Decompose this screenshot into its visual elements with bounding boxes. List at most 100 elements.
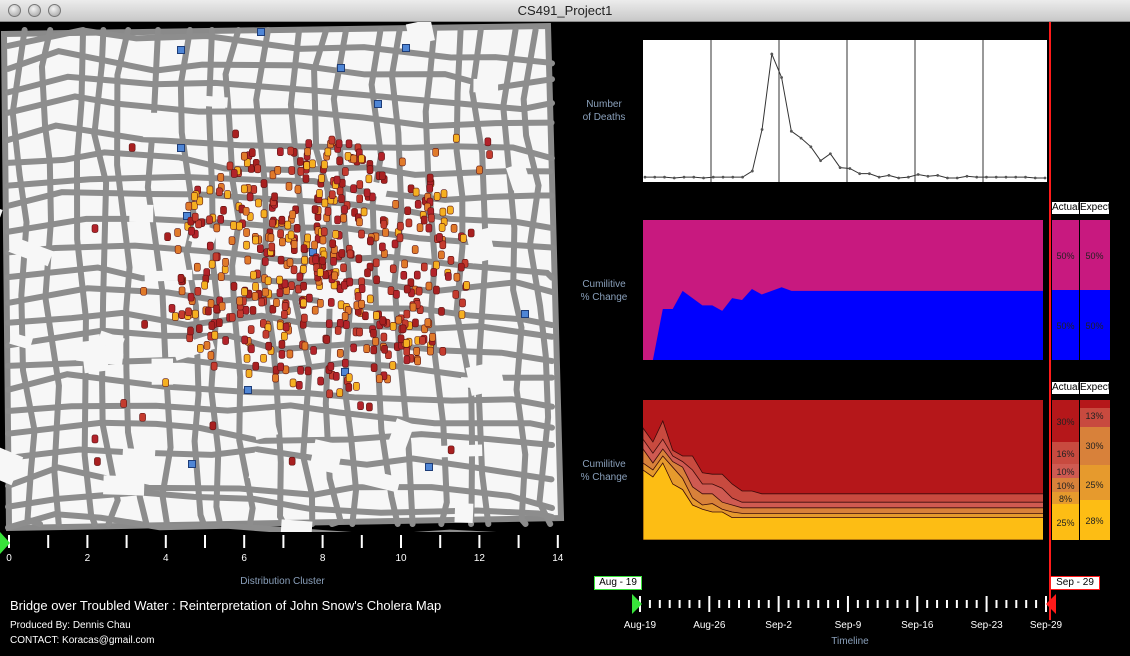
death-marker-icon	[217, 215, 224, 224]
timeline-slider[interactable]	[628, 594, 1058, 622]
death-marker-icon	[288, 166, 296, 175]
death-marker-icon	[356, 217, 363, 227]
death-marker-icon	[323, 335, 331, 344]
death-marker-icon	[311, 240, 318, 250]
death-marker-icon	[242, 206, 250, 216]
death-marker-icon	[389, 264, 397, 274]
timeline-tick-label: Aug-26	[693, 620, 726, 631]
death-marker-icon	[346, 277, 354, 287]
death-marker-icon	[224, 190, 231, 199]
death-marker-icon	[332, 230, 339, 239]
change1-expected-bottom: 50%	[1085, 321, 1104, 331]
death-marker-icon	[363, 344, 371, 353]
deaths-point	[867, 172, 871, 176]
death-marker-icon	[389, 361, 397, 370]
project-title: Bridge over Troubled Water : Reinterpret…	[10, 598, 442, 613]
change2-expected-1: 30%	[1085, 441, 1104, 451]
deaths-point	[770, 52, 774, 56]
producer-credit: Produced By: Dennis Chau	[10, 620, 131, 631]
deaths-point	[741, 175, 744, 179]
deaths-point	[916, 173, 920, 176]
death-marker-icon	[428, 213, 435, 223]
death-marker-icon	[438, 250, 445, 260]
death-marker-icon	[265, 341, 272, 351]
deaths-point	[994, 175, 998, 179]
death-marker-icon	[276, 275, 283, 285]
death-marker-icon	[267, 233, 275, 243]
death-marker-icon	[354, 292, 362, 301]
deaths-point	[1043, 176, 1047, 180]
death-marker-icon	[289, 210, 296, 219]
death-marker-icon	[321, 160, 328, 170]
death-marker-icon	[289, 378, 297, 388]
deaths-point	[760, 128, 764, 131]
deaths-point	[653, 175, 657, 179]
death-marker-icon	[328, 190, 336, 199]
death-marker-icon	[340, 263, 347, 273]
death-marker-icon	[365, 174, 373, 184]
death-marker-icon	[367, 236, 374, 246]
death-marker-icon	[310, 346, 317, 355]
deaths-point	[1033, 176, 1037, 180]
app-canvas: Distribution Cluster 0 2 4 6 8 10 12 14 Bridge …	[0, 22, 1130, 656]
water-pump-icon	[374, 100, 382, 108]
deaths-point	[877, 175, 881, 179]
death-marker-icon	[358, 154, 365, 164]
death-marker-icon	[373, 275, 380, 285]
death-marker-icon	[262, 257, 269, 266]
death-marker-icon	[319, 235, 327, 245]
cluster-tick-label: 10	[395, 553, 407, 564]
death-marker-icon	[366, 294, 374, 304]
death-marker-icon	[350, 343, 357, 353]
death-marker-icon	[294, 185, 302, 194]
death-marker-icon	[141, 320, 148, 329]
timeline-label: Timeline	[831, 636, 869, 647]
death-marker-icon	[463, 281, 470, 290]
death-marker-icon	[317, 376, 324, 386]
cholera-map[interactable]	[0, 22, 565, 532]
death-marker-icon	[178, 310, 186, 319]
death-marker-icon	[304, 233, 311, 243]
death-marker-icon	[379, 171, 386, 181]
change1-ylabel: Cumilitive% Change	[580, 279, 628, 303]
death-marker-icon	[381, 344, 388, 354]
timeline-cursor-line[interactable]	[1049, 22, 1051, 620]
death-marker-icon	[440, 189, 448, 199]
timeline-end-handle[interactable]	[1046, 594, 1056, 614]
death-marker-icon	[216, 187, 223, 197]
death-marker-icon	[188, 226, 195, 236]
death-marker-icon	[342, 167, 349, 176]
death-marker-icon	[230, 221, 237, 230]
death-marker-icon	[459, 298, 466, 308]
death-marker-icon	[334, 215, 341, 225]
death-marker-icon	[316, 268, 324, 277]
death-marker-icon	[336, 348, 344, 358]
change2-actual-4: 8%	[1058, 494, 1072, 504]
death-marker-icon	[415, 286, 423, 296]
death-marker-icon	[213, 304, 220, 314]
death-marker-icon	[303, 161, 311, 170]
death-marker-icon	[304, 366, 312, 376]
death-marker-icon	[364, 268, 371, 278]
death-marker-icon	[139, 412, 146, 422]
death-marker-icon	[356, 327, 363, 337]
death-marker-icon	[396, 233, 404, 243]
death-marker-icon	[334, 326, 342, 335]
death-marker-icon	[393, 289, 400, 299]
death-marker-icon	[285, 182, 293, 191]
death-marker-icon	[300, 298, 307, 308]
deaths-point	[731, 175, 735, 179]
death-marker-icon	[300, 244, 308, 253]
death-marker-icon	[380, 332, 388, 342]
change2-actual-1: 16%	[1056, 449, 1075, 459]
death-marker-icon	[196, 324, 203, 333]
death-marker-icon	[301, 341, 309, 351]
death-marker-icon	[220, 205, 227, 215]
water-pump-icon	[521, 310, 529, 318]
death-marker-icon	[420, 215, 428, 225]
death-marker-icon	[174, 228, 181, 237]
death-marker-icon	[222, 258, 229, 267]
death-marker-icon	[439, 207, 447, 217]
change2-expected-0: 13%	[1085, 411, 1104, 421]
death-marker-icon	[287, 146, 294, 156]
